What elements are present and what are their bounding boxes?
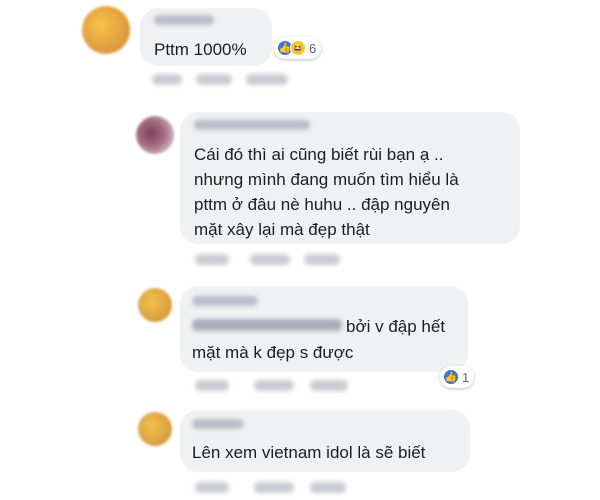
avatar[interactable] (138, 288, 172, 322)
comment-text-line: pttm ở đâu nè huhu .. đập nguyên (194, 195, 450, 214)
comment-text: Pttm 1000% (154, 40, 247, 59)
avatar[interactable] (136, 116, 174, 154)
reply-link[interactable] (254, 380, 294, 391)
reply-link[interactable] (196, 74, 232, 85)
comment-bubble: Lên xem vietnam idol là sẽ biết (180, 410, 470, 472)
reply-link[interactable] (254, 482, 294, 493)
like-icon: 👍 (443, 369, 459, 385)
avatar[interactable] (138, 412, 172, 446)
reaction-count: 6 (309, 40, 317, 56)
timestamp (310, 482, 346, 493)
haha-icon: 😆 (290, 40, 306, 56)
like-link[interactable] (152, 74, 182, 85)
reaction-count: 1 (462, 369, 470, 385)
avatar[interactable] (82, 6, 130, 54)
commenter-name[interactable] (192, 419, 244, 429)
reaction-summary[interactable]: 👍 😆 6 (274, 37, 322, 59)
comment-text-line: bởi v đập hết (346, 317, 446, 336)
commenter-name[interactable] (192, 296, 258, 306)
comment-bubble: bởi v đập hết mặt mà k đẹp s được (180, 286, 468, 372)
comment-text-line: Cái đó thì ai cũng biết rùi bạn ạ .. (194, 145, 444, 164)
timestamp (246, 74, 288, 85)
reaction-summary[interactable]: 👍 1 (440, 366, 475, 388)
comment-text: Lên xem vietnam idol là sẽ biết (192, 443, 426, 462)
comment-text-line: mặt xây lại mà đẹp thật (194, 220, 370, 239)
mention-name[interactable] (192, 319, 342, 331)
comment-text-line: mặt mà k đẹp s được (192, 343, 354, 362)
reply-link[interactable] (250, 254, 290, 265)
timestamp (310, 380, 348, 391)
timestamp (304, 254, 340, 265)
like-link[interactable] (195, 482, 229, 493)
comment-bubble: Cái đó thì ai cũng biết rùi bạn ạ .. như… (180, 112, 520, 244)
commenter-name[interactable] (154, 15, 214, 25)
like-link[interactable] (195, 254, 229, 265)
commenter-name[interactable] (194, 120, 310, 130)
like-link[interactable] (195, 380, 229, 391)
comment-text-line: nhưng mình đang muốn tìm hiểu là (194, 170, 459, 189)
comment-bubble: Pttm 1000% (140, 8, 272, 66)
